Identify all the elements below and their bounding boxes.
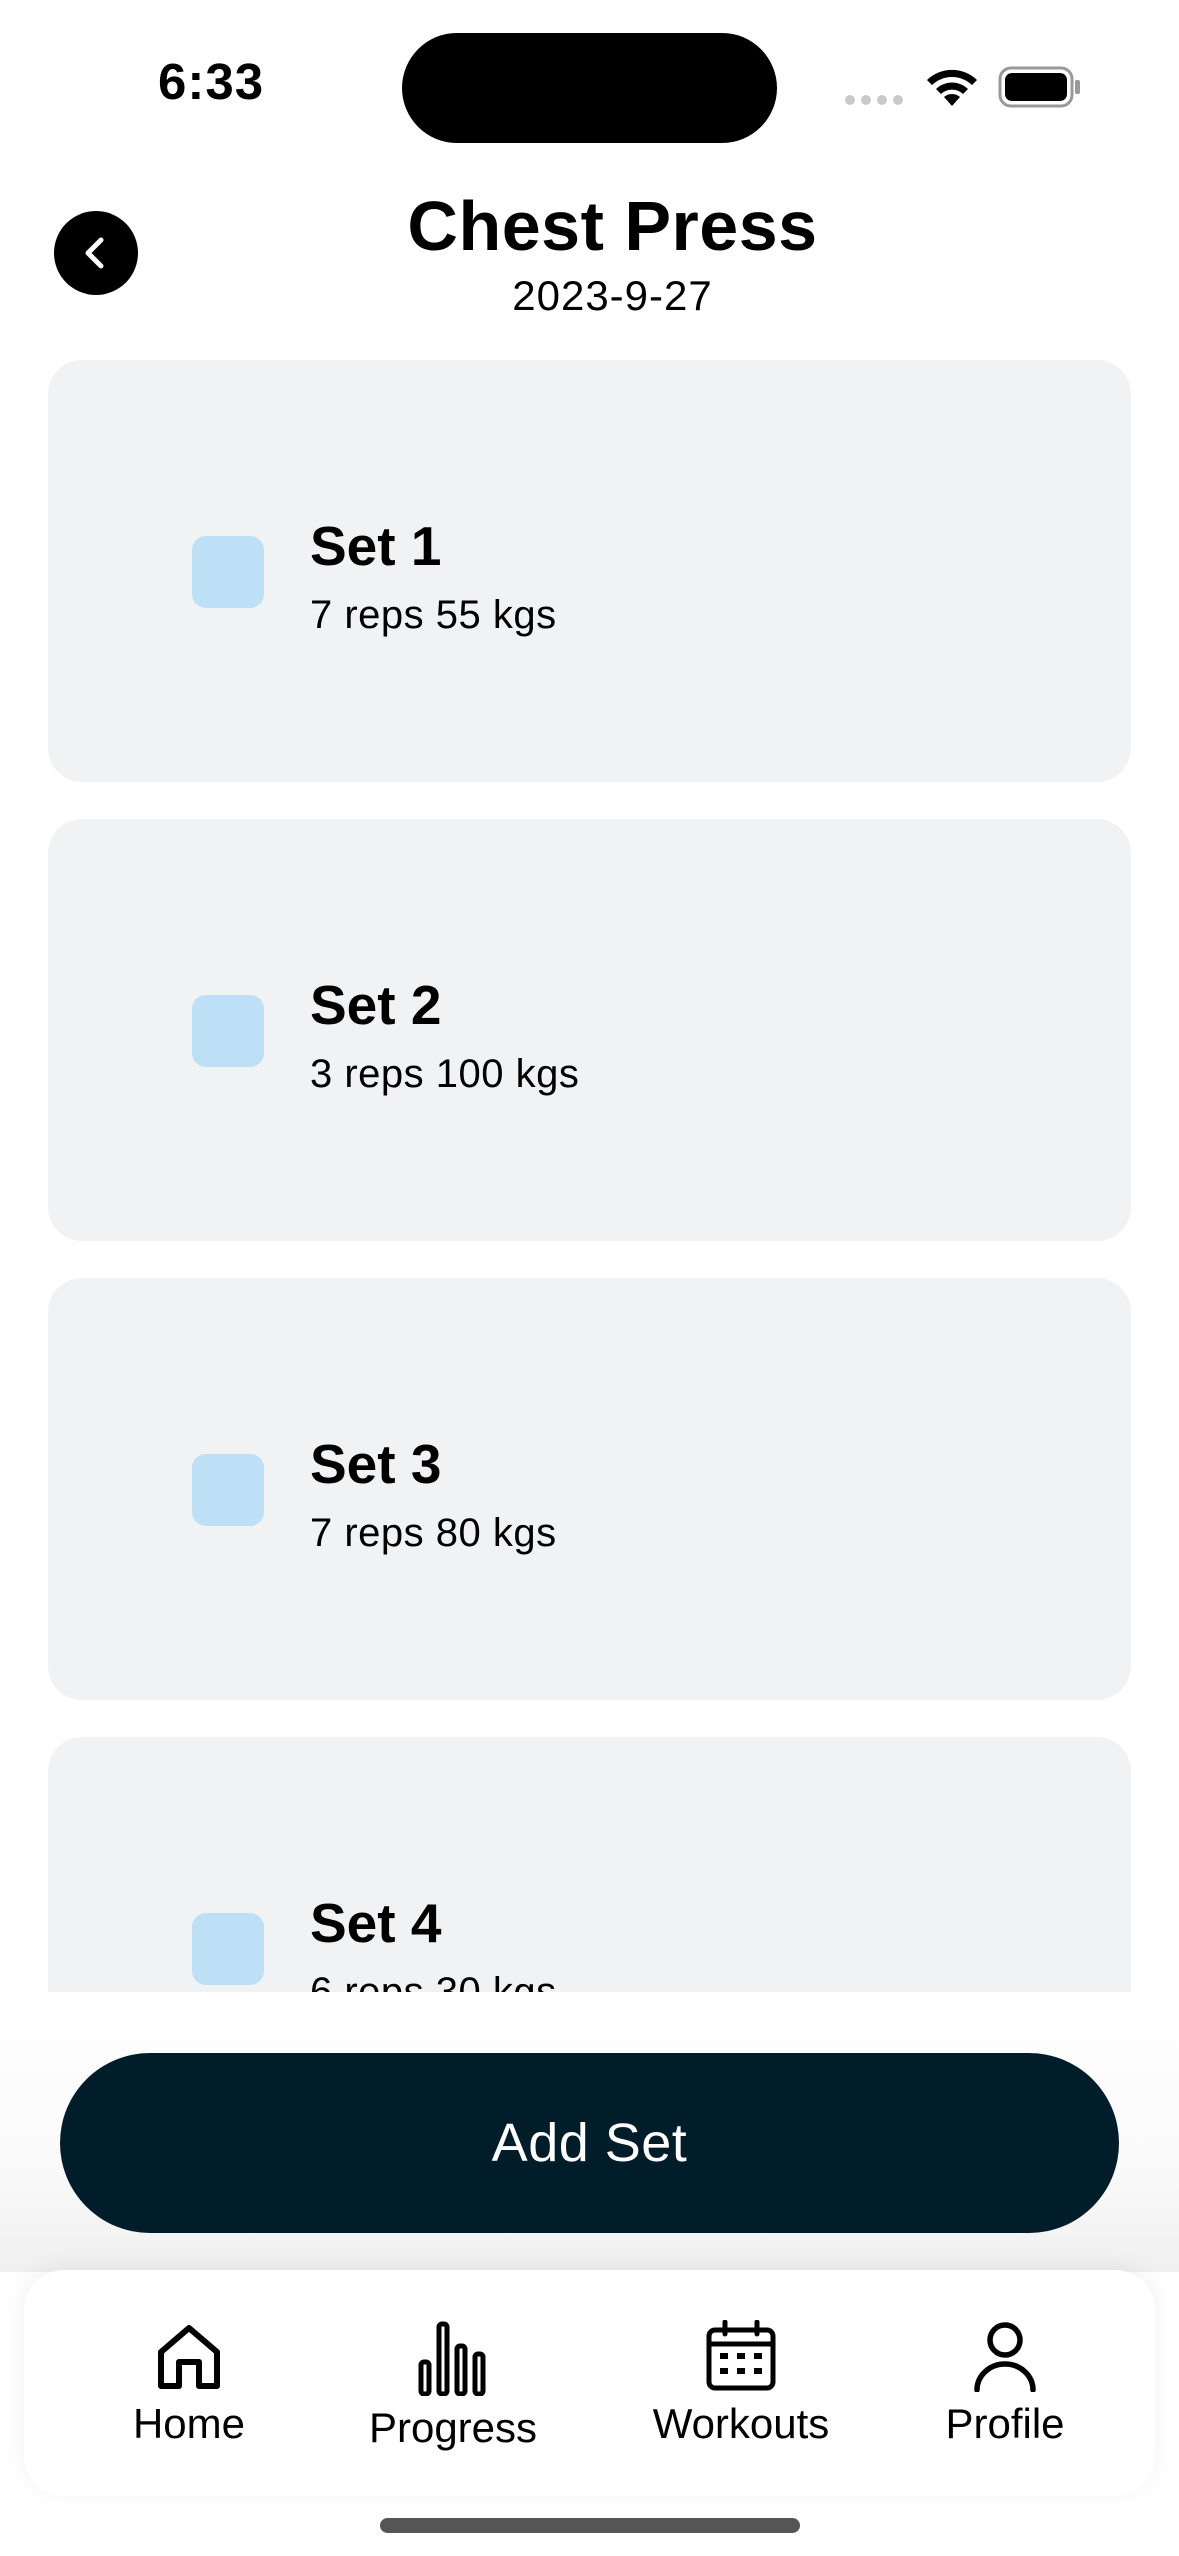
- home-indicator: [380, 2518, 800, 2533]
- tab-home[interactable]: Home: [72, 2270, 306, 2496]
- tab-profile[interactable]: Profile: [898, 2270, 1112, 2496]
- set-card[interactable]: Set 1 7 reps 55 kgs: [48, 360, 1131, 782]
- set-detail: 6 reps 30 kgs: [310, 1970, 557, 1992]
- set-detail: 3 reps 100 kgs: [310, 1052, 580, 1096]
- set-title: Set 4: [310, 1892, 442, 1954]
- set-title: Set 3: [310, 1433, 442, 1495]
- home-icon: [158, 2325, 220, 2389]
- workout-date: 2023-9-27: [512, 272, 713, 319]
- set-card[interactable]: Set 2 3 reps 100 kgs: [48, 819, 1131, 1241]
- set-detail: 7 reps 80 kgs: [310, 1511, 557, 1555]
- tab-bar: Home Progress Workouts Profile: [24, 2270, 1155, 2496]
- dynamic-island: [402, 33, 777, 143]
- tab-progress[interactable]: Progress: [331, 2270, 575, 2496]
- cellular-signal-icon: [845, 95, 903, 105]
- screen: 6:33 Chest Press 2023-9-27 Set 1 7 reps …: [0, 0, 1179, 2556]
- set-card[interactable]: Set 4 6 reps 30 kgs: [48, 1737, 1131, 1992]
- add-set-button[interactable]: Add Set: [60, 2053, 1119, 2233]
- tab-workouts[interactable]: Workouts: [606, 2270, 876, 2496]
- battery-icon: [998, 66, 1080, 108]
- set-checkbox[interactable]: [192, 536, 264, 608]
- set-title: Set 1: [310, 515, 442, 577]
- set-card[interactable]: Set 3 7 reps 80 kgs: [48, 1278, 1131, 1700]
- wifi-icon: [927, 69, 977, 106]
- person-icon: [974, 2322, 1036, 2392]
- page-title: Chest Press: [407, 187, 818, 265]
- set-checkbox[interactable]: [192, 1913, 264, 1985]
- set-detail: 7 reps 55 kgs: [310, 593, 557, 637]
- set-title: Set 2: [310, 974, 442, 1036]
- tab-label: Home: [132, 2400, 246, 2447]
- set-checkbox[interactable]: [192, 995, 264, 1067]
- calendar-icon: [706, 2320, 776, 2391]
- set-checkbox[interactable]: [192, 1454, 264, 1526]
- set-list[interactable]: Set 1 7 reps 55 kgs Set 2 3 reps 100 kgs…: [48, 360, 1131, 1992]
- bar-chart-icon: [418, 2321, 486, 2396]
- status-time: 6:33: [158, 53, 265, 110]
- tab-label: Progress: [368, 2404, 538, 2451]
- tab-label: Workouts: [652, 2400, 830, 2447]
- tab-label: Profile: [945, 2400, 1065, 2447]
